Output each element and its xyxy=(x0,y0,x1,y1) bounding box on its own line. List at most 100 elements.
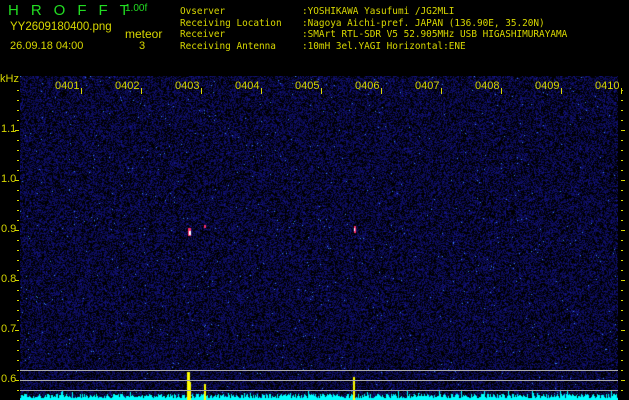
info-label: Receiver xyxy=(180,29,226,41)
freq-tick xyxy=(621,140,623,141)
freq-tick xyxy=(621,250,623,251)
freq-tick xyxy=(621,320,623,321)
freq-tick xyxy=(17,360,19,361)
freq-tick xyxy=(621,340,623,341)
freq-tick xyxy=(17,340,19,341)
time-tick xyxy=(621,88,622,94)
freq-tick xyxy=(17,120,19,121)
app-version: 1.00f xyxy=(125,3,148,14)
time-tick xyxy=(261,88,262,94)
info-label: Receiving Antenna xyxy=(180,41,276,53)
freq-tick xyxy=(621,360,623,361)
file-name: YY2609180400.png xyxy=(10,21,112,33)
freq-tick xyxy=(621,300,623,301)
time-label: 0406 xyxy=(355,80,380,92)
freq-tick xyxy=(17,210,19,211)
freq-tick xyxy=(15,180,19,181)
freq-tick xyxy=(621,260,623,261)
freq-tick xyxy=(621,110,623,111)
freq-tick xyxy=(15,380,19,381)
time-tick xyxy=(201,88,202,94)
freq-tick xyxy=(621,150,623,151)
freq-tick xyxy=(621,380,625,381)
freq-tick xyxy=(17,350,19,351)
freq-label: 0.9 xyxy=(1,223,17,235)
meteor-label: meteor xyxy=(125,27,163,41)
freq-tick xyxy=(621,160,623,161)
freq-tick xyxy=(17,390,19,391)
freq-tick xyxy=(15,280,19,281)
freq-tick xyxy=(17,110,19,111)
freq-tick xyxy=(17,310,19,311)
station-info: Ovserver:YOSHIKAWA Yasufumi /JG2MLI Recei… xyxy=(180,6,567,53)
freq-tick xyxy=(17,260,19,261)
time-label: 0404 xyxy=(235,80,260,92)
info-label: Ovserver xyxy=(180,6,226,17)
freq-tick xyxy=(17,170,19,171)
freq-tick xyxy=(621,180,625,181)
freq-tick xyxy=(621,370,623,371)
time-tick xyxy=(321,88,322,94)
time-label: 0405 xyxy=(295,80,320,92)
freq-tick xyxy=(17,200,19,201)
freq-tick xyxy=(621,230,625,231)
freq-tick xyxy=(17,320,19,321)
info-value: :SMArt RTL-SDR V5 52.905MHz USB HIGASHIM… xyxy=(302,29,568,41)
waterfall-spectrogram xyxy=(20,76,618,400)
info-value: :Nagoya Aichi-pref. JAPAN (136.90E, 35.2… xyxy=(302,17,545,29)
info-label: Receiving Location xyxy=(180,17,282,29)
freq-tick xyxy=(621,390,623,391)
freq-label: 1.1 xyxy=(1,123,17,135)
freq-tick xyxy=(621,190,623,191)
freq-tick xyxy=(621,200,623,201)
unit-label: kHz xyxy=(0,73,19,85)
time-label: 0401 xyxy=(55,80,80,92)
freq-tick xyxy=(17,150,19,151)
freq-tick xyxy=(17,140,19,141)
freq-tick xyxy=(17,370,19,371)
freq-label: 0.7 xyxy=(1,323,17,335)
date-time: 26.09.18 04:00 xyxy=(10,40,84,52)
reference-line xyxy=(20,390,618,391)
freq-tick xyxy=(621,290,623,291)
freq-tick xyxy=(621,280,625,281)
freq-tick xyxy=(621,220,623,221)
info-value: :10mH 3el.YAGI Horizontal:ENE xyxy=(302,41,466,53)
time-label: 0408 xyxy=(475,80,500,92)
freq-tick xyxy=(17,160,19,161)
freq-tick xyxy=(17,90,19,91)
freq-tick xyxy=(621,90,623,91)
meteor-count: 3 xyxy=(139,40,146,52)
freq-tick xyxy=(621,100,623,101)
time-label: 0409 xyxy=(535,80,560,92)
time-tick xyxy=(441,88,442,94)
freq-tick xyxy=(15,330,19,331)
reference-line xyxy=(20,380,618,381)
reference-line xyxy=(20,370,618,371)
freq-tick xyxy=(17,100,19,101)
freq-tick xyxy=(621,130,625,131)
time-label: 0410 xyxy=(595,80,620,92)
time-label: 0407 xyxy=(415,80,440,92)
time-tick xyxy=(141,88,142,94)
freq-tick xyxy=(17,190,19,191)
freq-tick xyxy=(17,240,19,241)
time-tick xyxy=(501,88,502,94)
freq-tick xyxy=(621,270,623,271)
freq-label: 1.0 xyxy=(1,173,17,185)
freq-tick xyxy=(621,310,623,311)
freq-label: 0.8 xyxy=(1,273,17,285)
app-brand: HROFFT xyxy=(8,2,141,19)
freq-tick xyxy=(621,170,623,171)
freq-tick xyxy=(621,120,623,121)
freq-tick xyxy=(17,270,19,271)
freq-tick xyxy=(621,350,623,351)
time-tick xyxy=(381,88,382,94)
freq-tick xyxy=(621,240,623,241)
freq-tick xyxy=(17,250,19,251)
time-tick xyxy=(81,88,82,94)
freq-tick xyxy=(17,220,19,221)
freq-tick xyxy=(17,300,19,301)
time-label: 0402 xyxy=(115,80,140,92)
freq-tick xyxy=(621,210,623,211)
